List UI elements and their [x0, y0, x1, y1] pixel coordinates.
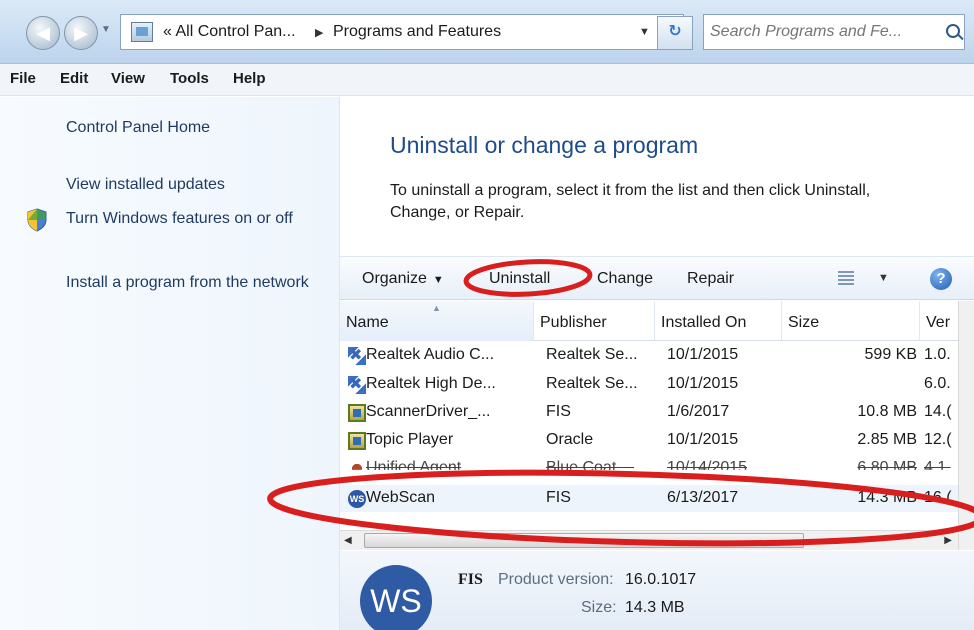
size-value: 14.3 MB: [625, 599, 685, 616]
back-arrow-icon: ◀: [36, 23, 50, 43]
product-version-value: 16.0.1017: [625, 571, 697, 588]
program-name: Realtek High De...: [366, 375, 496, 392]
realtek-icon: [348, 374, 366, 394]
organize-label: Organize: [362, 270, 427, 287]
program-installed-on: 6/13/2017: [667, 489, 739, 506]
control-panel-icon: [131, 22, 153, 42]
column-header-size[interactable]: Size: [782, 301, 920, 341]
repair-button[interactable]: Repair: [687, 270, 734, 288]
menu-edit[interactable]: Edit: [60, 70, 88, 87]
program-size: 14.3 MB: [857, 489, 917, 506]
realtek-icon: [348, 345, 366, 365]
uninstall-button[interactable]: Uninstall: [489, 270, 550, 288]
ws-icon: WS: [348, 490, 366, 508]
program-name: Topic Player: [366, 431, 454, 448]
details-publisher: FIS: [458, 571, 483, 588]
recent-pages-dropdown-icon[interactable]: ▼: [101, 24, 111, 35]
shield-icon: [27, 208, 47, 232]
forward-arrow-icon: ▶: [74, 23, 88, 43]
program-name: ScannerDriver_...: [366, 403, 491, 420]
table-header: ▲ Name Publisher Installed On Size Ver: [340, 301, 974, 341]
refresh-icon: ↻: [668, 23, 682, 40]
program-publisher: Oracle: [546, 431, 594, 448]
webscan-logo-icon: WS: [360, 565, 432, 630]
program-installed-on: 10/14/2015: [667, 459, 748, 476]
breadcrumb[interactable]: « All Control Pan... ▶ Programs and Feat…: [120, 14, 684, 50]
address-bar: ◀ ▶ ▼ « All Control Pan... ▶ Programs an…: [0, 0, 974, 64]
breadcrumb-control-panel[interactable]: « All Control Pan...: [163, 23, 296, 41]
program-publisher: Blue Coat ...: [546, 459, 635, 476]
command-toolbar: Organize ▼ Uninstall Change Repair ▼ ?: [340, 256, 974, 300]
agent-icon: [348, 460, 366, 470]
organize-dropdown-icon: ▼: [432, 274, 444, 286]
scroll-left-icon[interactable]: ◀: [344, 535, 352, 546]
program-installed-on: 10/1/2015: [667, 375, 739, 392]
page-title: Uninstall or change a program: [390, 132, 699, 158]
product-version-label: Product version:: [498, 571, 614, 588]
scrollbar-grip: ...: [570, 531, 580, 543]
menu-bar: File Edit View Tools Help: [0, 64, 974, 96]
program-name: Realtek Audio C...: [366, 346, 495, 363]
views-dropdown-icon[interactable]: ▼: [878, 272, 889, 284]
program-size: 6.80 MB: [857, 459, 917, 476]
turn-windows-features-link[interactable]: Turn Windows features on or off: [66, 209, 316, 228]
program-installed-on: 10/1/2015: [667, 431, 739, 448]
search-box[interactable]: [703, 14, 965, 50]
breadcrumb-programs-and-features[interactable]: Programs and Features: [333, 23, 501, 41]
scrollbar-thumb[interactable]: ...: [364, 531, 804, 548]
address-dropdown-icon[interactable]: ▼: [639, 26, 650, 38]
table-row[interactable]: ScannerDriver_... FIS 1/6/2017 10.8 MB 14.(: [340, 399, 974, 426]
program-name: Unified Agent: [366, 459, 462, 476]
views-icon[interactable]: [838, 271, 854, 285]
menu-tools[interactable]: Tools: [170, 70, 209, 87]
menu-file[interactable]: File: [10, 70, 36, 87]
column-header-name[interactable]: ▲ Name: [340, 301, 534, 341]
install-from-network-link[interactable]: Install a program from the network: [66, 273, 316, 292]
program-publisher: Realtek Se...: [546, 346, 638, 363]
programs-table: ▲ Name Publisher Installed On Size Ver R…: [340, 301, 974, 565]
page-description: To uninstall a program, select it from t…: [390, 182, 871, 221]
back-button[interactable]: ◀: [26, 16, 60, 50]
table-row[interactable]: Unified Agent Blue Coat ... 10/14/2015 6.80…: [340, 455, 974, 476]
sort-ascending-icon: ▲: [432, 303, 441, 313]
organize-button[interactable]: Organize ▼: [362, 270, 444, 288]
table-row[interactable]: Topic Player Oracle 10/1/2015 2.85 MB 12.(: [340, 427, 974, 454]
forward-button[interactable]: ▶: [64, 16, 98, 50]
scroll-right-icon[interactable]: ▶: [944, 535, 952, 546]
program-size: 599 KB: [864, 346, 917, 363]
program-name: WebScan: [366, 489, 436, 506]
table-row[interactable]: Realtek High De... Realtek Se... 10/1/2015…: [340, 371, 974, 398]
help-icon[interactable]: ?: [930, 268, 952, 290]
control-panel-home-link[interactable]: Control Panel Home: [66, 118, 316, 137]
change-button[interactable]: Change: [597, 270, 653, 288]
program-publisher: Realtek Se...: [546, 375, 638, 392]
search-icon[interactable]: [946, 24, 960, 38]
menu-help[interactable]: Help: [233, 70, 266, 87]
table-row[interactable]: WS WebScan FIS 6/13/2017 14.3 MB 16.(: [340, 485, 974, 512]
horizontal-scrollbar[interactable]: ◀ ... ▶: [340, 530, 960, 550]
menu-view[interactable]: View: [111, 70, 145, 87]
breadcrumb-separator-icon[interactable]: ▶: [315, 26, 323, 39]
program-installed-on: 1/6/2017: [667, 403, 730, 420]
setup-icon: [348, 432, 366, 450]
refresh-button[interactable]: ↻: [657, 16, 693, 50]
program-publisher: FIS: [546, 489, 571, 506]
column-name-label: Name: [346, 314, 389, 331]
program-publisher: FIS: [546, 403, 571, 420]
search-input[interactable]: [710, 21, 932, 43]
column-header-installed-on[interactable]: Installed On: [655, 301, 782, 341]
size-label: Size:: [581, 599, 617, 616]
details-pane: WS FIS Product version: 16.0.1017 Size: …: [340, 551, 974, 630]
program-size: 2.85 MB: [857, 431, 917, 448]
table-row[interactable]: Realtek Audio C... Realtek Se... 10/1/2015…: [340, 342, 974, 369]
program-size: 10.8 MB: [857, 403, 917, 420]
setup-icon: [348, 404, 366, 422]
left-navigation-pane: Control Panel Home View installed update…: [0, 97, 340, 630]
view-installed-updates-link[interactable]: View installed updates: [66, 175, 316, 194]
vertical-scrollbar[interactable]: [958, 301, 974, 550]
column-header-publisher[interactable]: Publisher: [534, 301, 655, 341]
program-installed-on: 10/1/2015: [667, 346, 739, 363]
